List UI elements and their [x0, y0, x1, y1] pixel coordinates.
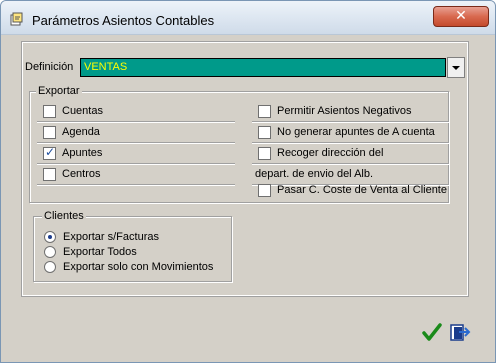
window-title: Parámetros Asientos Contables [32, 13, 215, 28]
centros-label: Centros [62, 168, 101, 180]
exit-icon[interactable] [449, 321, 471, 343]
exportar-facturas-radio[interactable] [44, 231, 56, 243]
apuntes-label: Apuntes [62, 147, 103, 159]
pasar-coste-label: Pasar C. Coste de Venta al Cliente [277, 184, 447, 196]
definicion-value: VENTAS [84, 61, 128, 73]
title-bar[interactable]: Parámetros Asientos Contables ✕ [1, 1, 495, 35]
exportar-movimientos-radio[interactable] [44, 261, 56, 273]
agenda-label: Agenda [62, 126, 100, 138]
permitir-negativos-label: Permitir Asientos Negativos [277, 105, 412, 117]
check-row-recoger-direccion[interactable]: Recoger dirección del [252, 143, 449, 164]
clientes-title: Clientes [42, 210, 86, 222]
cuentas-checkbox[interactable] [43, 105, 56, 118]
pasar-coste-checkbox[interactable] [258, 184, 271, 197]
dialog-window: Parámetros Asientos Contables ✕ Definici… [0, 0, 496, 363]
depart-envio-label: depart. de envio del Alb. [255, 168, 374, 180]
dialog-body: Definición VENTAS Exportar Cuentas Agend… [9, 35, 487, 347]
exportar-todos-radio[interactable] [44, 246, 56, 258]
cuentas-label: Cuentas [62, 105, 103, 117]
check-row-pasar-coste[interactable]: Pasar C. Coste de Venta al Cliente [252, 181, 449, 202]
no-generar-checkbox[interactable] [258, 126, 271, 139]
check-row-apuntes[interactable]: Apuntes [37, 143, 235, 164]
check-row-cuentas[interactable]: Cuentas [37, 101, 235, 122]
recoger-direccion-checkbox[interactable] [258, 147, 271, 160]
dropdown-arrow-icon[interactable] [447, 57, 465, 78]
check-row-agenda[interactable]: Agenda [37, 122, 235, 143]
apuntes-checkbox[interactable] [43, 145, 56, 160]
centros-checkbox[interactable] [43, 168, 56, 181]
exportar-movimientos-label[interactable]: Exportar solo con Movimientos [63, 261, 213, 273]
exportar-title: Exportar [36, 85, 82, 97]
exportar-facturas-label[interactable]: Exportar s/Facturas [63, 231, 159, 243]
check-row-no-generar[interactable]: No generar apuntes de A cuenta [252, 122, 449, 143]
agenda-checkbox[interactable] [43, 126, 56, 139]
check-row-centros[interactable]: Centros [37, 164, 235, 185]
close-button[interactable]: ✕ [433, 6, 489, 27]
checkmark-icon[interactable] [421, 321, 443, 343]
exportar-todos-label[interactable]: Exportar Todos [63, 246, 137, 258]
permitir-negativos-checkbox[interactable] [258, 105, 271, 118]
no-generar-label: No generar apuntes de A cuenta [277, 126, 435, 138]
check-row-permitir-negativos[interactable]: Permitir Asientos Negativos [252, 101, 449, 122]
definicion-label: Definición [25, 61, 74, 73]
definicion-select[interactable]: VENTAS [80, 58, 446, 77]
recoger-direccion-label: Recoger dirección del [277, 147, 384, 159]
app-icon [10, 12, 23, 26]
